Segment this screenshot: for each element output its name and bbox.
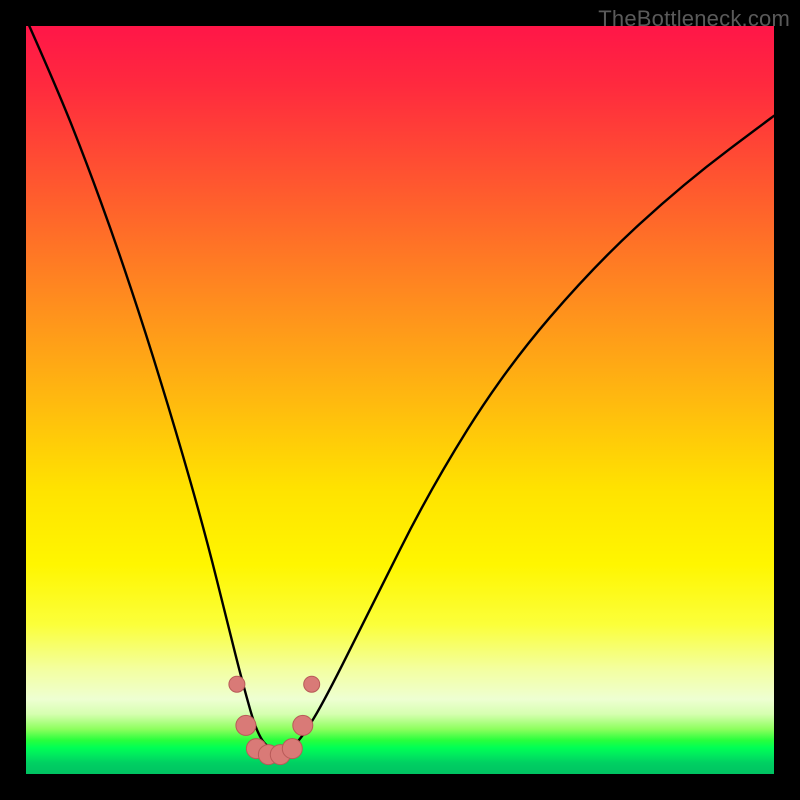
valley-marker — [282, 739, 302, 759]
bottleneck-curve — [26, 19, 774, 752]
valley-marker — [236, 715, 256, 735]
valley-marker — [304, 676, 320, 692]
valley-marker-group — [229, 676, 320, 764]
valley-marker — [229, 676, 245, 692]
chart-frame: TheBottleneck.com — [0, 0, 800, 800]
bottleneck-curve-svg — [26, 26, 774, 774]
valley-marker — [293, 715, 313, 735]
watermark-text: TheBottleneck.com — [598, 6, 790, 32]
